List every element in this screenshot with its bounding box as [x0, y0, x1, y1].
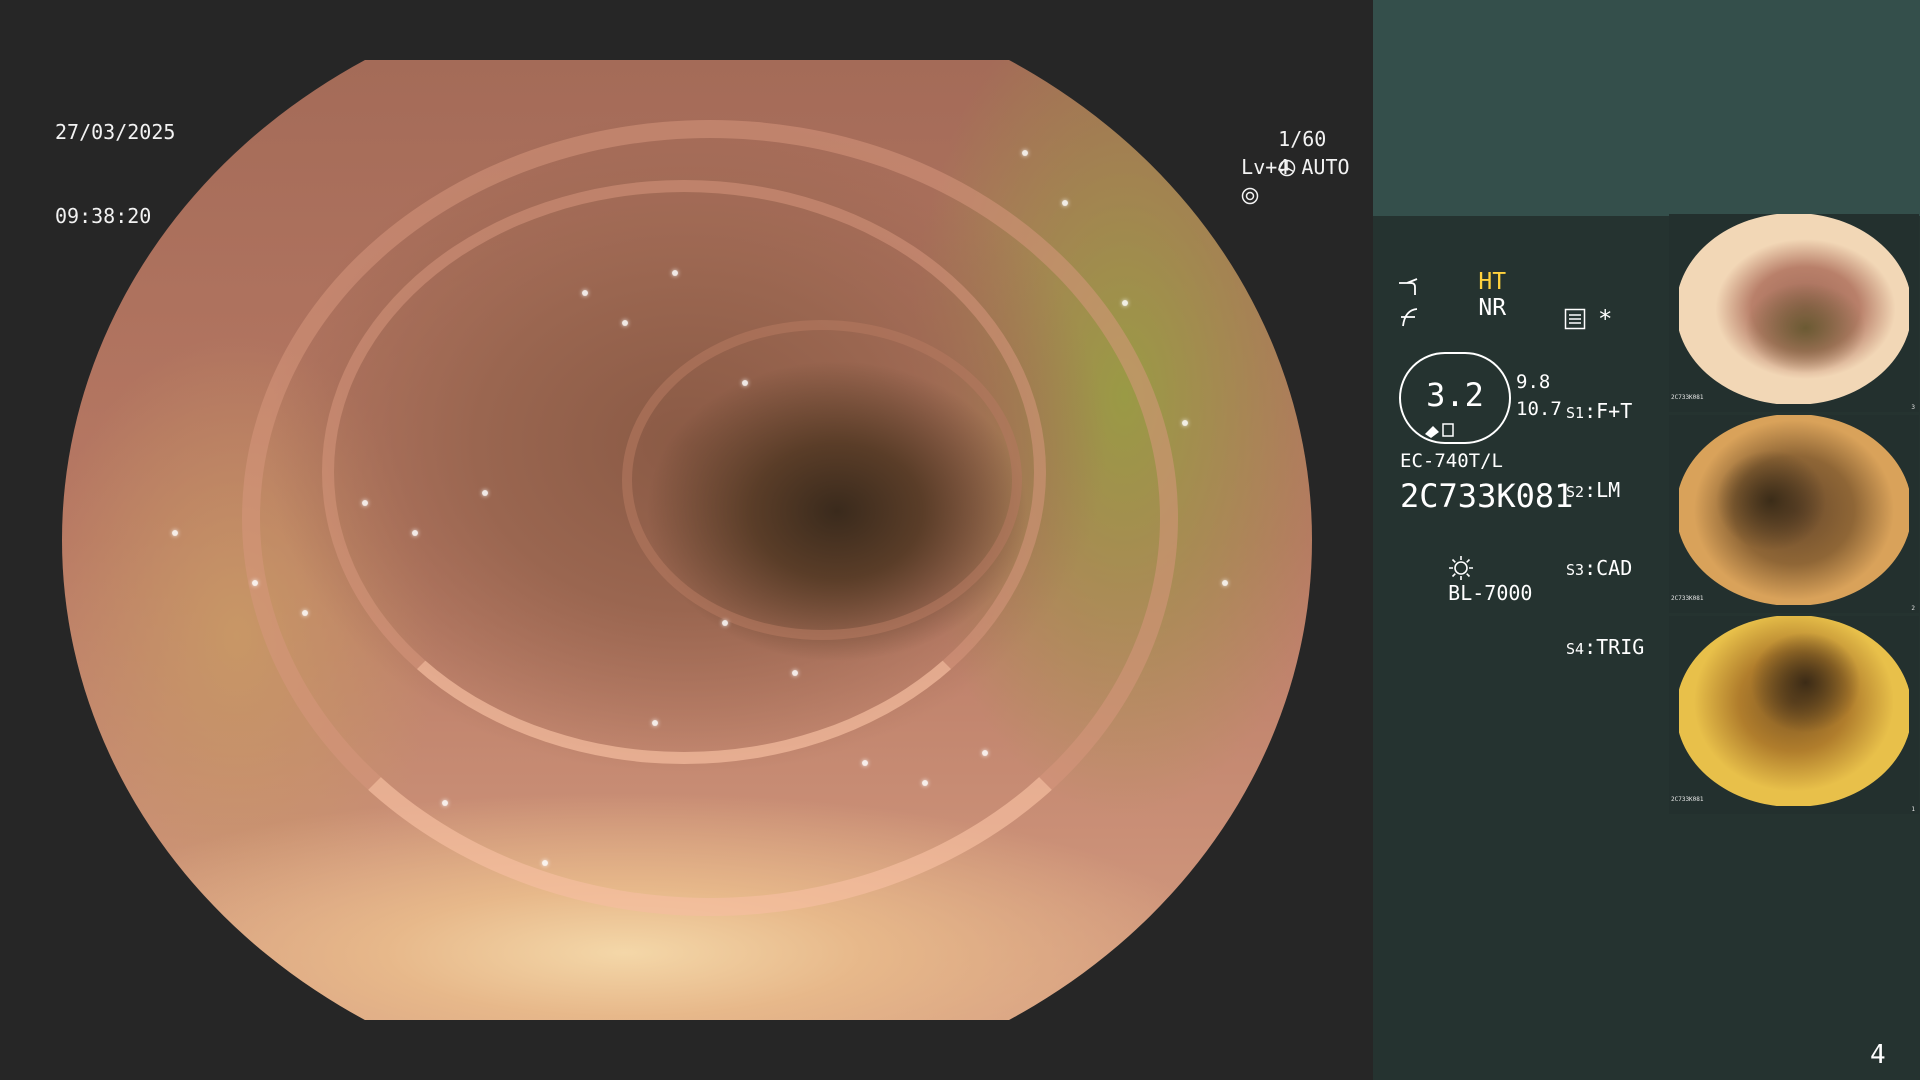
thumbnail-index: 3 [1911, 404, 1915, 411]
light-source-label: BL-7000 [1448, 581, 1533, 605]
thumbnail-serial: 2C733K081 [1671, 595, 1704, 602]
light-source-readout: BL-7000 [1400, 531, 1532, 629]
switch-item: S4:TRIG [1566, 634, 1645, 659]
side-value-2: 10.7 [1516, 398, 1562, 420]
mode-nr-label: NR [1478, 295, 1507, 321]
side-value-1: 9.8 [1516, 371, 1551, 393]
thumbnail-image [1679, 214, 1909, 404]
switch-item: S2:LM [1566, 477, 1621, 502]
auto-iris-icon [1241, 187, 1259, 205]
mode-indicator: HT NR [1423, 243, 1506, 347]
video-area: 27/03/2025 09:38:20 1/60 Lv+4 AUTO [0, 0, 1373, 1080]
thumbnail-image [1679, 616, 1909, 806]
page-number: 4 [1870, 1040, 1886, 1070]
panel-header [1373, 0, 1920, 216]
scope-curve-icon [1399, 278, 1418, 295]
scope-model: EC-740T/L [1400, 450, 1503, 472]
thumbnail-index: 2 [1911, 605, 1915, 612]
scope-serial: 2C733K081 [1400, 477, 1574, 515]
thumbnail-image [1679, 415, 1909, 605]
switch-list: S1:F+T S2:LM S3:CAD S4:TRIG [1566, 348, 1644, 713]
switch-item: S1:F+T [1566, 399, 1633, 423]
asterisk-indicator: * [1598, 305, 1613, 333]
info-panel: HT NR * 3.2 9.8 10.7 S1:F+T S2:LM S3:CAD… [1373, 0, 1920, 1080]
scope-angle-icon [1401, 308, 1418, 327]
level-readout: Lv+4 AUTO [1193, 125, 1350, 237]
time-text: 09:38:20 [55, 204, 152, 228]
gauge-value: 3.2 [1426, 376, 1484, 414]
gauge-pointer-icon [1425, 423, 1454, 438]
switch-item: S3:CAD [1566, 556, 1633, 580]
zoom-gauge: 3.2 [1399, 352, 1511, 444]
level-text: Lv+4 AUTO [1241, 155, 1350, 179]
capture-thumbnail[interactable]: 2C733K081 1 [1669, 616, 1919, 814]
mode-ht-label: HT [1478, 269, 1507, 295]
thumbnail-index: 1 [1911, 806, 1915, 813]
endoscope-image [62, 60, 1312, 1020]
settings-icon [1564, 308, 1586, 330]
capture-thumbnail[interactable]: 2C733K081 2 [1669, 415, 1919, 613]
light-source-icon [1449, 556, 1474, 580]
thumbnail-serial: 2C733K081 [1671, 796, 1704, 803]
datetime-overlay: 27/03/2025 09:38:20 [55, 62, 175, 286]
mucosal-fold [622, 320, 1022, 640]
capture-thumbnail[interactable]: 2C733K081 3 [1669, 214, 1919, 412]
thumbnail-serial: 2C733K081 [1671, 394, 1704, 401]
date-text: 27/03/2025 [55, 120, 176, 144]
